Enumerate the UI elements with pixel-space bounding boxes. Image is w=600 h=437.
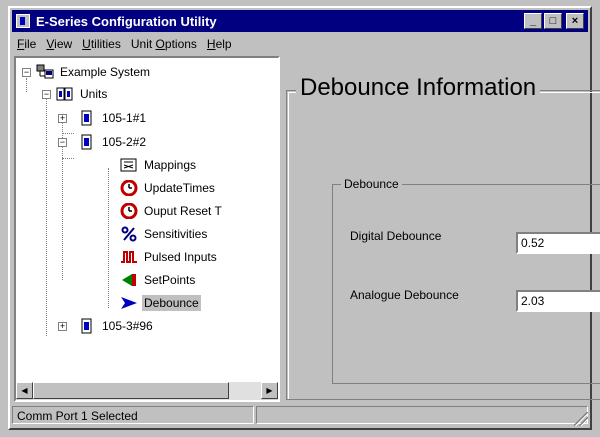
menu-utilities-label: tilities: [90, 37, 121, 51]
group-title: Debounce: [341, 177, 402, 191]
debounce-group: Debounce: [332, 177, 600, 384]
collapse-icon[interactable]: −: [42, 90, 51, 99]
unit-icon: [78, 134, 96, 150]
menu-utilities[interactable]: Utilities: [77, 37, 126, 51]
tree-connector: [62, 158, 74, 159]
tree-item-setpoints[interactable]: SetPoints: [120, 270, 197, 290]
arrow-icon: [120, 295, 138, 311]
menu-unit-options-prefix: Unit: [130, 37, 156, 51]
tree-item-label: Ouput Reset T: [144, 204, 222, 218]
status-bar: Comm Port 1 Selected: [12, 406, 588, 426]
analogue-debounce-field[interactable]: [516, 290, 600, 312]
tree-item-unit-3[interactable]: + 105-3#96: [58, 316, 155, 336]
menu-help[interactable]: Help: [202, 37, 237, 51]
unit-icon: [78, 318, 96, 334]
digital-debounce-field[interactable]: [516, 232, 600, 254]
menu-utilities-accel: U: [82, 37, 91, 51]
tree-item-label: Pulsed Inputs: [144, 250, 217, 264]
digital-debounce-label: Digital Debounce: [350, 229, 442, 243]
menu-help-accel: H: [206, 37, 216, 51]
menu-unit-options-accel: O: [155, 37, 165, 51]
page-title: Debounce Information: [296, 74, 541, 102]
tree-item-pulsed-inputs[interactable]: Pulsed Inputs: [120, 247, 219, 267]
unit-icon: [78, 110, 96, 126]
close-button[interactable]: ×: [566, 13, 584, 29]
window-title: E-Series Configuration Utility: [36, 13, 217, 29]
setpoints-icon: [120, 272, 138, 288]
analogue-debounce-label: Analogue Debounce: [350, 288, 459, 302]
percent-icon: [120, 226, 138, 242]
menu-view-accel: V: [46, 37, 55, 51]
tree-item-label: SetPoints: [144, 273, 196, 287]
tree-item-root[interactable]: − Example System: [22, 62, 152, 82]
mappings-icon: [120, 157, 138, 173]
status-text: Comm Port 1 Selected: [12, 406, 254, 424]
tree-item-unit-1[interactable]: + 105-1#1: [58, 108, 148, 128]
details-pane: Debounce Information Debounce Digital De…: [282, 56, 600, 402]
menu-bar: File View Utilities Unit Options Help: [12, 34, 588, 54]
pulse-icon: [120, 249, 138, 265]
maximize-button[interactable]: □: [544, 13, 562, 29]
tree-item-label: Debounce: [142, 295, 201, 311]
tree-connector: [46, 98, 47, 336]
tree-item-debounce[interactable]: Debounce: [120, 293, 201, 313]
resize-grip-icon[interactable]: [574, 412, 588, 426]
tree-item-label: Example System: [60, 65, 151, 79]
tree-item-label: 105-2#2: [102, 135, 147, 149]
status-panel-2: [256, 406, 588, 424]
menu-unit-options-label: ptions: [164, 37, 197, 51]
menu-view[interactable]: View: [41, 37, 77, 51]
horizontal-scrollbar[interactable]: ◀ ▶: [16, 382, 278, 400]
tree-item-label: 105-1#1: [102, 111, 147, 125]
tree-view[interactable]: − Example System − Units + 105-1#1 − 105…: [14, 56, 280, 402]
expand-icon[interactable]: +: [58, 322, 67, 331]
tree-item-unit-2[interactable]: − 105-2#2: [58, 132, 148, 152]
title-bar[interactable]: E-Series Configuration Utility _ □ ×: [12, 10, 588, 32]
tree-item-updatetimes[interactable]: UpdateTimes: [120, 178, 217, 198]
menu-unit-options[interactable]: Unit Options: [126, 37, 202, 51]
minimize-button[interactable]: _: [524, 13, 542, 29]
clock-icon: [120, 179, 138, 197]
tree-item-label: Mappings: [144, 158, 197, 172]
app-icon: [16, 14, 30, 28]
menu-view-label: iew: [54, 37, 73, 51]
tree-content: − Example System − Units + 105-1#1 − 105…: [16, 58, 278, 382]
tree-connector: [108, 168, 109, 308]
tree-item-label: UpdateTimes: [144, 181, 215, 195]
menu-help-label: elp: [215, 37, 232, 51]
scroll-track[interactable]: [33, 382, 261, 400]
units-folder-icon: [56, 86, 74, 102]
tree-item-label: Units: [80, 87, 108, 101]
collapse-icon[interactable]: −: [22, 68, 31, 77]
menu-file-label: ile: [24, 37, 37, 51]
clock-icon: [120, 202, 138, 220]
scroll-thumb[interactable]: [33, 382, 229, 399]
menu-file[interactable]: File: [12, 37, 41, 51]
app-window: E-Series Configuration Utility _ □ × Fil…: [8, 6, 600, 430]
collapse-icon[interactable]: −: [58, 138, 67, 147]
tree-item-units[interactable]: − Units: [42, 84, 109, 104]
tree-item-label: Sensitivities: [144, 227, 208, 241]
scroll-left-button[interactable]: ◀: [16, 382, 33, 399]
tree-item-label: 105-3#96: [102, 319, 153, 333]
scroll-right-button[interactable]: ▶: [261, 382, 278, 399]
tree-item-sensitivities[interactable]: Sensitivities: [120, 224, 209, 244]
expand-icon[interactable]: +: [58, 114, 67, 123]
tree-item-output-reset[interactable]: Ouput Reset T: [120, 201, 224, 221]
network-icon: [36, 64, 54, 80]
tree-item-mappings[interactable]: Mappings: [120, 155, 198, 175]
